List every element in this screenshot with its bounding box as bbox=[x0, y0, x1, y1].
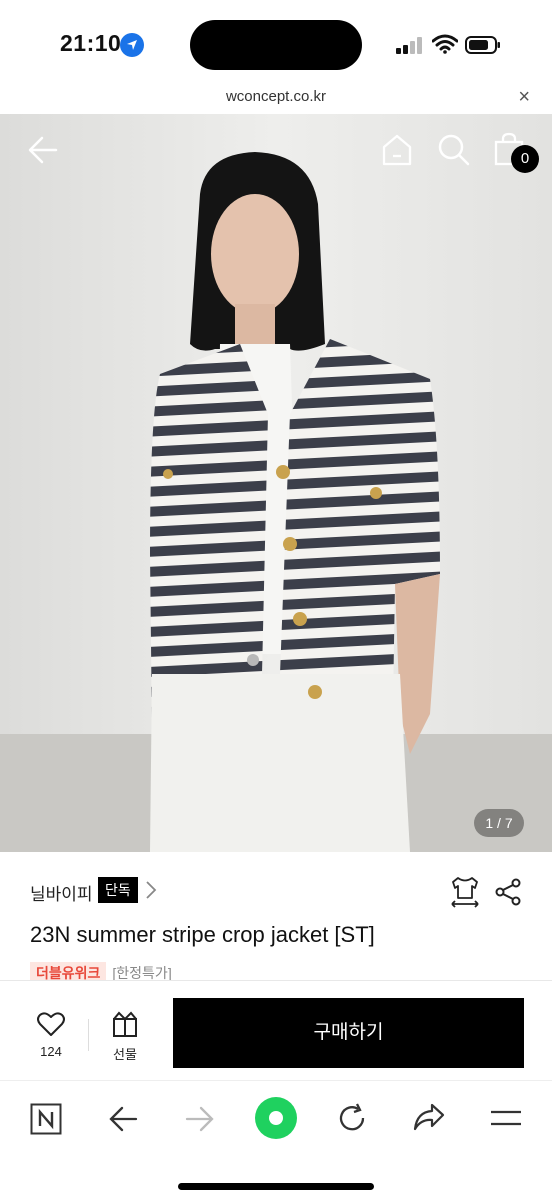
like-button[interactable]: 124 bbox=[30, 1011, 72, 1059]
browser-bottom-nav bbox=[0, 1080, 552, 1200]
exclusive-badge: 단독 bbox=[98, 877, 138, 903]
divider bbox=[88, 1019, 89, 1051]
share-arrow-icon[interactable] bbox=[413, 1103, 445, 1133]
nav-forward-icon[interactable] bbox=[185, 1105, 215, 1133]
close-icon[interactable]: × bbox=[518, 86, 530, 109]
product-image-carousel[interactable] bbox=[0, 114, 552, 852]
product-title: 23N summer stripe crop jacket [ST] bbox=[30, 922, 375, 947]
product-photo bbox=[0, 114, 552, 852]
cart-count-badge: 0 bbox=[511, 145, 539, 173]
product-info: 닐바이피 단독 23N summer stripe crop jacket [S… bbox=[0, 852, 552, 980]
heart-icon bbox=[37, 1012, 65, 1036]
cellular-signal-icon bbox=[396, 36, 424, 54]
promo-tags: 더블유위크 [한정특가] bbox=[30, 962, 172, 980]
menu-icon[interactable] bbox=[490, 1109, 522, 1127]
buy-button[interactable]: 구매하기 bbox=[173, 998, 524, 1068]
back-arrow-icon[interactable] bbox=[28, 136, 58, 164]
wifi-icon bbox=[431, 34, 459, 59]
battery-icon bbox=[465, 34, 501, 56]
url-text[interactable]: wconcept.co.kr bbox=[0, 88, 552, 105]
image-counter: 1 / 7 bbox=[474, 809, 524, 837]
chevron-right-icon[interactable] bbox=[145, 880, 157, 900]
promo-note: [한정특가] bbox=[112, 965, 172, 980]
dynamic-island bbox=[190, 20, 362, 70]
gift-icon bbox=[113, 1011, 137, 1037]
like-count: 124 bbox=[40, 1044, 62, 1059]
purchase-bar: 124 선물 구매하기 bbox=[0, 980, 552, 1080]
location-arrow-icon bbox=[120, 33, 144, 57]
gift-button[interactable]: 선물 bbox=[104, 1011, 146, 1063]
size-guide-icon[interactable] bbox=[450, 876, 480, 908]
nav-back-icon[interactable] bbox=[108, 1105, 138, 1133]
brand-name[interactable]: 닐바이피 bbox=[30, 880, 93, 905]
promo-tag: 더블유위크 bbox=[30, 962, 107, 980]
gift-label: 선물 bbox=[113, 1047, 137, 1062]
share-icon[interactable] bbox=[494, 878, 522, 906]
search-icon[interactable] bbox=[438, 134, 470, 166]
reload-icon[interactable] bbox=[336, 1102, 368, 1134]
green-home-icon[interactable] bbox=[255, 1097, 297, 1139]
home-icon[interactable] bbox=[382, 134, 412, 166]
home-indicator bbox=[178, 1183, 374, 1190]
status-bar: 21:10 bbox=[0, 0, 552, 84]
naver-n-icon[interactable] bbox=[30, 1103, 62, 1135]
browser-url-bar: wconcept.co.kr × bbox=[0, 84, 552, 114]
status-time: 21:10 bbox=[60, 30, 122, 56]
